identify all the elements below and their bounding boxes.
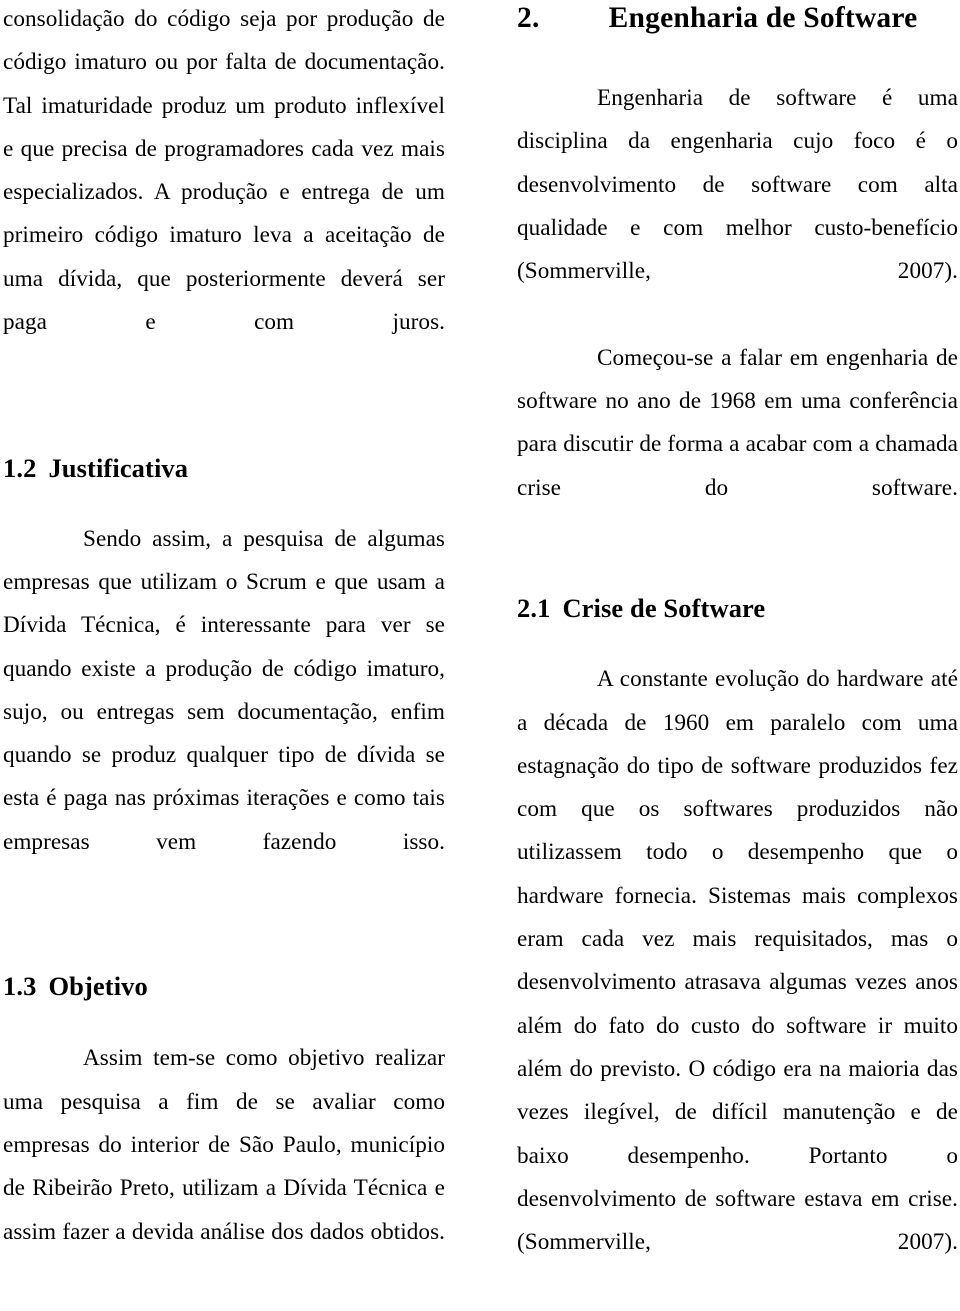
paragraph-historia-1968: Começou-se a falar em engenharia de soft…: [517, 344, 958, 501]
heading-number: 2.1: [517, 593, 551, 624]
heading-1-2-justificativa: 1.2 Justificativa: [3, 451, 445, 485]
paragraph-crise-de-software: A constante evolução do hardware até a d…: [517, 666, 958, 1256]
heading-number: 1.2: [3, 452, 37, 483]
heading-chapter-2-engenharia-de-software: 2. Engenharia de Software: [517, 0, 958, 36]
heading-1-3-objetivo: 1.3 Objetivo: [3, 969, 445, 1003]
heading-title: Crise de Software: [562, 593, 766, 624]
document-page: consolidação do código seja por produção…: [0, 0, 960, 1311]
left-text-column: consolidação do código seja por produção…: [3, 0, 445, 1311]
heading-number: 1.3: [3, 971, 37, 1002]
heading-title: Engenharia de Software: [593, 2, 918, 34]
paragraph-definicao-engenharia-software: Engenharia de software é uma disciplina …: [517, 85, 958, 285]
heading-number: 2.: [517, 2, 540, 34]
heading-title: Objetivo: [48, 971, 148, 1002]
paragraph-objetivo: Assim tem-se como objetivo realizar uma …: [3, 1045, 445, 1245]
paragraph-continuation-divida-tecnica: consolidação do código seja por produção…: [3, 6, 445, 336]
heading-2-1-crise-de-software: 2.1 Crise de Software: [517, 591, 958, 625]
paragraph-justificativa: Sendo assim, a pesquisa de algumas empre…: [3, 525, 445, 855]
heading-title: Justificativa: [48, 452, 189, 483]
right-text-column: 2. Engenharia de Software Engenharia de …: [517, 0, 958, 1311]
